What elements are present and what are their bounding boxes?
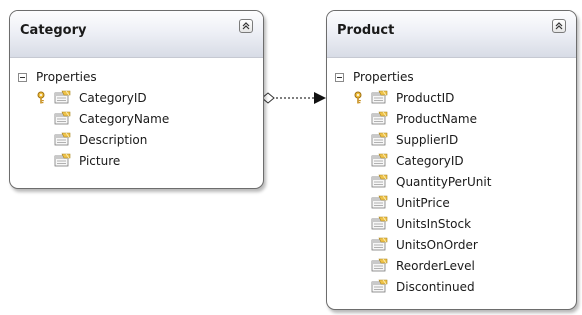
category-body: Properties CategoryID CategoryName Descrip…	[10, 58, 263, 171]
property-label: ProductID	[396, 91, 455, 105]
property-label: SupplierID	[396, 133, 459, 147]
property-label: UnitPrice	[396, 196, 450, 210]
property-row[interactable]: CategoryID	[10, 87, 263, 108]
property-label: UnitsInStock	[396, 217, 472, 231]
double-chevron-up-icon[interactable]	[239, 19, 253, 33]
property-label: QuantityPerUnit	[396, 175, 492, 189]
property-row[interactable]: Description	[10, 129, 263, 150]
property-icon	[371, 258, 388, 273]
property-row[interactable]: QuantityPerUnit	[327, 171, 576, 192]
property-label: ReorderLevel	[396, 259, 475, 273]
section-label: Properties	[36, 70, 97, 84]
property-icon	[371, 216, 388, 231]
property-icon	[54, 90, 71, 105]
property-row[interactable]: SupplierID	[327, 129, 576, 150]
property-label: CategoryName	[79, 112, 170, 126]
category-properties-section[interactable]: Properties	[10, 69, 263, 87]
property-row[interactable]: ProductID	[327, 87, 576, 108]
property-icon	[371, 132, 388, 147]
property-row[interactable]: UnitsInStock	[327, 213, 576, 234]
property-icon	[371, 195, 388, 210]
category-entity[interactable]: Category Properties CategoryID CategoryNa…	[9, 10, 264, 189]
section-label: Properties	[353, 70, 414, 84]
property-row[interactable]: UnitsOnOrder	[327, 234, 576, 255]
property-icon	[371, 111, 388, 126]
property-icon	[371, 237, 388, 252]
property-icon	[54, 132, 71, 147]
category-header[interactable]: Category	[10, 11, 263, 58]
property-icon	[371, 279, 388, 294]
property-icon	[54, 153, 71, 168]
property-icon	[54, 111, 71, 126]
association-arrowhead	[314, 92, 326, 104]
product-properties-section[interactable]: Properties	[327, 69, 576, 87]
property-row[interactable]: UnitPrice	[327, 192, 576, 213]
product-property-list: ProductID ProductName SupplierID CategoryID…	[327, 87, 576, 297]
collapse-minus-icon[interactable]	[335, 73, 344, 82]
property-row[interactable]: Discontinued	[327, 276, 576, 297]
property-label: ProductName	[396, 112, 477, 126]
collapse-minus-icon[interactable]	[18, 73, 27, 82]
property-label: CategoryID	[396, 154, 464, 168]
key-icon	[36, 90, 46, 104]
property-label: CategoryID	[79, 91, 147, 105]
property-row[interactable]: ProductName	[327, 108, 576, 129]
property-label: Picture	[79, 154, 121, 168]
property-icon	[371, 153, 388, 168]
key-icon	[353, 90, 363, 104]
product-body: Properties ProductID ProductName SupplierI…	[327, 58, 576, 297]
product-header[interactable]: Product	[327, 11, 576, 58]
product-entity[interactable]: Product Properties ProductID ProductName S…	[326, 10, 577, 310]
category-property-list: CategoryID CategoryName Description Picture	[10, 87, 263, 171]
product-title: Product	[337, 23, 395, 38]
property-label: Discontinued	[396, 280, 475, 294]
category-title: Category	[20, 23, 87, 38]
property-label: UnitsOnOrder	[396, 238, 478, 252]
property-label: Description	[79, 133, 148, 147]
property-row[interactable]: CategoryID	[327, 150, 576, 171]
property-icon	[371, 174, 388, 189]
double-chevron-up-icon[interactable]	[552, 19, 566, 33]
property-row[interactable]: ReorderLevel	[327, 255, 576, 276]
property-row[interactable]: CategoryName	[10, 108, 263, 129]
property-icon	[371, 90, 388, 105]
property-row[interactable]: Picture	[10, 150, 263, 171]
